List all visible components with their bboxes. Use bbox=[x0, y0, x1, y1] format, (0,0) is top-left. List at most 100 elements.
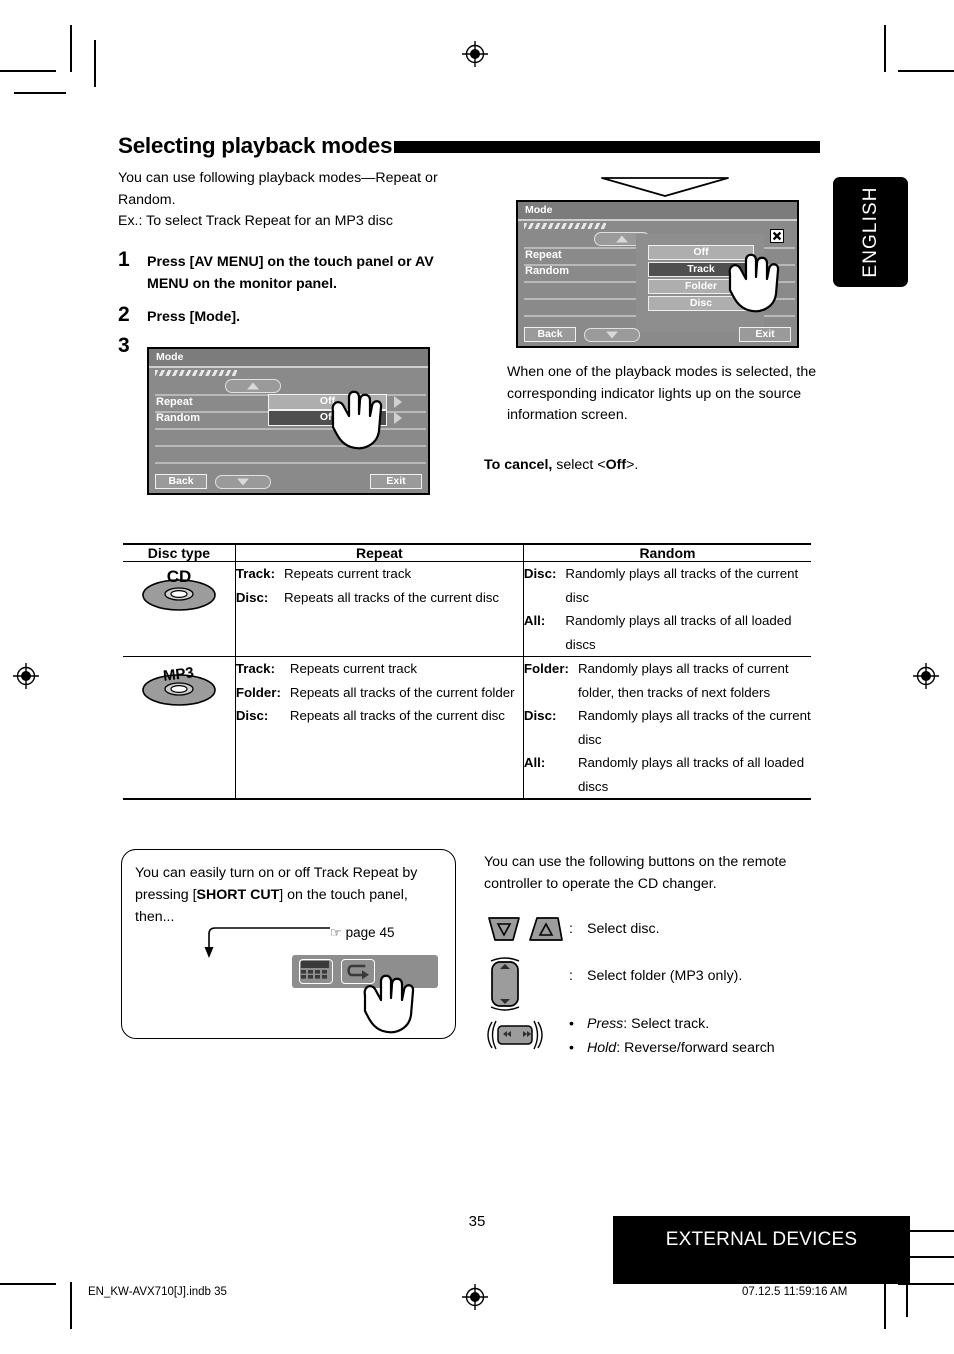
cancel-end: >. bbox=[626, 457, 639, 473]
remote-item-text: Select folder (MP3 only). bbox=[587, 968, 743, 984]
description: Randomly plays all tracks of all loaded … bbox=[577, 755, 805, 794]
cancel-bold: To cancel, bbox=[484, 457, 553, 473]
cell-random-mp3: Folder: Randomly plays all tracks of cur… bbox=[522, 656, 811, 800]
remote-item-press-track: • Press: Select track. bbox=[569, 1013, 829, 1035]
chevron-down-icon bbox=[606, 331, 618, 339]
exit-button[interactable]: Exit bbox=[370, 474, 422, 489]
mode-screen-initial[interactable]: Mode Repeat Off Random Off Back Exit bbox=[147, 347, 430, 495]
section-badge-label: EXTERNAL DEVICES bbox=[665, 1229, 858, 1250]
header-random: Random bbox=[522, 543, 811, 562]
cancel-value: Off bbox=[605, 457, 627, 473]
definition-row: All: Randomly plays all tracks of all lo… bbox=[524, 609, 811, 656]
track-seek-button-icon[interactable] bbox=[484, 1018, 546, 1052]
progress-hatch bbox=[155, 370, 237, 376]
press-rest: : Select track. bbox=[623, 1016, 710, 1032]
definition-row: Track: Repeats current track bbox=[236, 657, 515, 681]
header-repeat: Repeat bbox=[234, 543, 524, 562]
term: Folder: bbox=[523, 661, 569, 676]
definition-row: Track: Repeats current track bbox=[236, 562, 499, 586]
close-icon[interactable] bbox=[770, 229, 784, 243]
mode-screen-title: Mode bbox=[149, 349, 428, 366]
definition-row: Disc: Randomly plays all tracks of the c… bbox=[524, 562, 811, 609]
definition-row: Disc: Repeats all tracks of the current … bbox=[236, 586, 499, 610]
section-badge: EXTERNAL DEVICES bbox=[613, 1216, 910, 1284]
pointing-hand-cursor bbox=[716, 250, 784, 316]
table-row: MP3 Track: Repeats current track Folder:… bbox=[123, 656, 811, 800]
bullet: • bbox=[569, 1040, 574, 1056]
playback-mode-note: When one of the playback modes is select… bbox=[507, 364, 817, 423]
definition-row: Disc: Randomly plays all tracks of the c… bbox=[524, 704, 811, 751]
term: Folder: bbox=[235, 684, 281, 700]
remote-item-select-disc: : Select disc. bbox=[569, 918, 819, 940]
term: Disc: bbox=[235, 708, 269, 723]
definition-row: Disc: Repeats all tracks of the current … bbox=[236, 704, 515, 728]
intro-line-1: You can use following playback modes—Rep… bbox=[118, 170, 438, 186]
back-button[interactable]: Back bbox=[524, 327, 576, 342]
description: Randomly plays all tracks of the current… bbox=[577, 708, 811, 747]
term: All: bbox=[523, 613, 546, 628]
definition-row: All: Randomly plays all tracks of all lo… bbox=[524, 751, 811, 798]
term: Disc: bbox=[523, 708, 557, 723]
remote-item-press: Press: Select track. bbox=[587, 1016, 709, 1032]
page-title: Selecting playback modes bbox=[118, 133, 393, 158]
folder-rocker-button-icon[interactable] bbox=[487, 955, 523, 1013]
remote-intro-text: You can use the following buttons on the… bbox=[484, 854, 787, 892]
repeat-row-label: Repeat bbox=[525, 249, 562, 261]
language-tab-english: ENGLISH bbox=[833, 177, 908, 287]
cell-random-cd: Disc: Randomly plays all tracks of the c… bbox=[522, 561, 811, 657]
exit-button[interactable]: Exit bbox=[739, 327, 791, 342]
term: Track: bbox=[235, 661, 276, 676]
random-row-label: Random bbox=[156, 412, 200, 424]
page-reference: ☞ page 45 bbox=[330, 925, 394, 941]
intro-paragraph: You can use following playback modes—Rep… bbox=[118, 168, 448, 233]
remote-item-select-folder: : Select folder (MP3 only). bbox=[569, 965, 819, 987]
colon: : bbox=[569, 921, 573, 937]
cell-repeat-mp3: Track: Repeats current track Folder: Rep… bbox=[234, 656, 524, 800]
repeat-row-arrow-icon[interactable] bbox=[394, 396, 402, 408]
scroll-down-button[interactable] bbox=[584, 328, 640, 342]
cell-repeat-cd: Track: Repeats current track Disc: Repea… bbox=[234, 561, 524, 657]
cancel-rest: select < bbox=[552, 457, 606, 473]
table-header-row: Disc type Repeat Random bbox=[123, 543, 811, 562]
mode-screen-popup[interactable]: Mode Repeat Random Off Track Folder Disc… bbox=[516, 200, 799, 348]
page-title-row: Selecting playback modes bbox=[118, 133, 820, 163]
pointing-hand-cursor bbox=[350, 971, 420, 1037]
back-button[interactable]: Back bbox=[155, 474, 207, 489]
disc-down-up-buttons-icon[interactable] bbox=[486, 915, 564, 943]
footer-timestamp: 07.12.5 11:59:16 AM bbox=[742, 1286, 848, 1298]
description: Repeats all tracks of the current disc bbox=[289, 708, 505, 723]
description: Randomly plays all tracks of the current… bbox=[565, 566, 799, 605]
hold-rest: : Reverse/forward search bbox=[616, 1040, 775, 1056]
pointing-hand-cursor bbox=[319, 387, 387, 453]
description: Repeats current track bbox=[284, 566, 412, 581]
cell-disc-type-mp3: MP3 bbox=[123, 656, 236, 800]
intro-line-3: Ex.: To select Track Repeat for an MP3 d… bbox=[118, 213, 393, 229]
step-2: 2 Press [Mode]. bbox=[118, 303, 447, 329]
cancel-instruction: To cancel, select <Off>. bbox=[484, 455, 824, 477]
remote-item-hold-search: • Hold: Reverse/forward search bbox=[569, 1037, 829, 1059]
row-rule bbox=[155, 462, 426, 464]
screen-divider bbox=[518, 219, 797, 221]
svg-text:CD: CD bbox=[167, 567, 192, 586]
step-2-number: 2 bbox=[118, 303, 130, 326]
random-row-label: Random bbox=[525, 265, 569, 277]
press-emphasis: Press bbox=[587, 1016, 624, 1032]
term: Disc: bbox=[523, 566, 557, 581]
scroll-down-button[interactable] bbox=[215, 475, 271, 489]
progress-hatch bbox=[524, 223, 606, 229]
chevron-up-icon bbox=[247, 382, 259, 390]
header-disc-type: Disc type bbox=[123, 543, 236, 562]
step-1: 1 Press [AV MENU] on the touch panel or … bbox=[118, 248, 447, 295]
term: All: bbox=[523, 755, 546, 770]
description: Repeats current track bbox=[289, 661, 418, 676]
chevron-up-icon bbox=[616, 235, 628, 243]
hold-emphasis: Hold bbox=[587, 1040, 617, 1056]
repeat-row-label: Repeat bbox=[156, 396, 193, 408]
random-row-arrow-icon[interactable] bbox=[394, 412, 402, 424]
scroll-up-button[interactable] bbox=[225, 379, 281, 393]
keypad-icon[interactable] bbox=[299, 959, 333, 984]
description: Randomly plays all tracks of current fol… bbox=[577, 661, 789, 700]
title-rule bbox=[394, 141, 820, 153]
page-reference-label: page 45 bbox=[345, 925, 395, 940]
shortcut-tip-box: You can easily turn on or off Track Repe… bbox=[121, 849, 456, 1039]
